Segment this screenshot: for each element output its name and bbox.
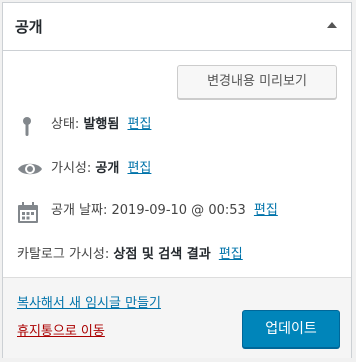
triangle-up-icon[interactable]: [327, 22, 337, 28]
edit-publish-date-link[interactable]: 편집: [254, 203, 278, 218]
update-button[interactable]: 업데이트: [242, 310, 340, 348]
eye-icon: [17, 160, 43, 182]
catalog-visibility-value: 상점 및 검색 결과: [113, 247, 211, 262]
catalog-visibility-label: 카탈로그 가시성:: [17, 247, 110, 262]
panel-title: 공개: [15, 18, 43, 36]
publish-panel: 공개 변경내용 미리보기 상태: 발행됨 편집 가시성: 공개 편집 공개 날짜…: [2, 2, 352, 358]
calendar-icon: [17, 202, 39, 228]
status-value: 발행됨: [83, 117, 120, 132]
edit-visibility-link[interactable]: 편집: [127, 161, 151, 176]
move-to-trash-link[interactable]: 휴지통으로 이동: [17, 320, 105, 339]
status-label: 상태:: [51, 117, 80, 132]
visibility-value: 공개: [95, 161, 120, 176]
pin-icon: [17, 116, 37, 142]
preview-changes-button[interactable]: 변경내용 미리보기: [177, 65, 337, 99]
publish-date-value: 2019-09-10 @ 00:53: [111, 203, 246, 218]
visibility-label: 가시성:: [51, 161, 92, 176]
panel-header[interactable]: 공개: [3, 3, 351, 51]
edit-catalog-visibility-link[interactable]: 편집: [219, 247, 243, 262]
major-publishing-actions: 복사해서 새 임시글 만들기 휴지통으로 이동 업데이트: [3, 277, 351, 358]
edit-status-link[interactable]: 편집: [127, 117, 151, 132]
copy-to-draft-link[interactable]: 복사해서 새 임시글 만들기: [17, 292, 161, 311]
publish-date-label: 공개 날짜:: [51, 203, 108, 218]
